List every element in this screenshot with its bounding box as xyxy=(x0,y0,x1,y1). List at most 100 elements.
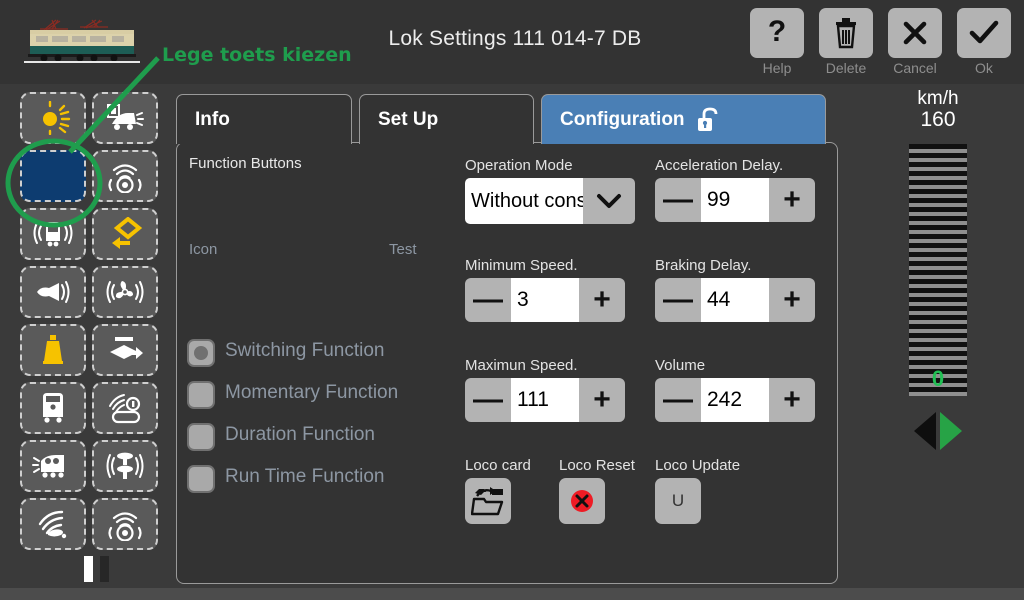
radio-run-time-function-label: Run Time Function xyxy=(225,466,385,487)
cancel-button-label: Cancel xyxy=(893,60,937,76)
loco-card-button[interactable] xyxy=(465,478,511,524)
radio-switching-function[interactable]: Switching Function xyxy=(187,339,398,367)
minimum-speed-stepper[interactable]: — 3 + xyxy=(465,278,625,322)
acceleration-delay-decrement[interactable]: — xyxy=(655,178,701,222)
tab-bar: Info Set Up Configuration xyxy=(176,94,826,144)
braking-delay-increment[interactable]: + xyxy=(769,278,815,322)
function-button-empty-selected[interactable] xyxy=(20,150,86,202)
ok-button-face[interactable] xyxy=(957,8,1011,58)
checkmark-icon xyxy=(968,19,1000,47)
maximum-speed-label: Maximun Speed. xyxy=(465,357,578,374)
minimum-speed-increment[interactable]: + xyxy=(579,278,625,322)
page-indicator[interactable] xyxy=(84,556,109,582)
radio-duration-function[interactable]: Duration Function xyxy=(187,423,398,451)
acceleration-delay-stepper[interactable]: — 99 + xyxy=(655,178,815,222)
tab-configuration-label: Configuration xyxy=(560,108,685,130)
volume-stepper[interactable]: — 242 + xyxy=(655,378,815,422)
function-button-steam-release[interactable] xyxy=(92,440,158,492)
maximum-speed-value[interactable]: 111 xyxy=(511,378,579,422)
acceleration-delay-value[interactable]: 99 xyxy=(701,178,769,222)
function-button-speaker-wave[interactable] xyxy=(92,498,158,550)
function-button-pantograph-arrow[interactable] xyxy=(92,324,158,376)
gauge-bar[interactable]: 0 xyxy=(909,144,967,396)
field-acceleration-delay: Acceleration Delay. — 99 + xyxy=(655,157,815,222)
loco-reset-label: Loco Reset xyxy=(559,457,635,474)
question-mark-icon: ? xyxy=(764,16,790,50)
function-button-train-sound[interactable] xyxy=(20,208,86,260)
operation-mode-label: Operation Mode xyxy=(465,157,573,174)
field-loco-update: Loco Update U xyxy=(655,457,740,524)
radio-run-time-function-box[interactable] xyxy=(187,465,215,493)
help-button[interactable]: ? Help xyxy=(749,8,805,76)
function-button-signal-hand[interactable] xyxy=(20,498,86,550)
function-button-bell[interactable] xyxy=(20,324,86,376)
page-dot-1[interactable] xyxy=(84,556,93,582)
loco-update-button[interactable]: U xyxy=(655,478,701,524)
help-button-face[interactable]: ? xyxy=(750,8,804,58)
trash-icon xyxy=(832,17,860,49)
configuration-panel: Function Buttons Icon Test Switching Fun… xyxy=(176,142,838,584)
tab-configuration[interactable]: Configuration xyxy=(541,94,826,144)
acceleration-delay-increment[interactable]: + xyxy=(769,178,815,222)
pantograph-arrow-icon xyxy=(105,334,145,366)
lok-settings-window: Lok Settings 111 014-7 DB ? Help Delete … xyxy=(0,0,1024,600)
tab-info-label: Info xyxy=(195,108,230,130)
cancel-button[interactable]: Cancel xyxy=(887,8,943,76)
speaker-wave-icon xyxy=(106,507,144,541)
function-button-rail-grinder[interactable] xyxy=(20,440,86,492)
delete-button[interactable]: Delete xyxy=(818,8,874,76)
maximum-speed-stepper[interactable]: — 111 + xyxy=(465,378,625,422)
signal-hand-icon xyxy=(34,508,72,540)
column-header-icon: Icon xyxy=(189,241,218,258)
arrow-right-icon[interactable] xyxy=(940,412,962,450)
function-button-wifi-speaker[interactable] xyxy=(92,150,158,202)
tab-set-up[interactable]: Set Up xyxy=(359,94,534,144)
minimum-speed-value[interactable]: 3 xyxy=(511,278,579,322)
maximum-speed-decrement[interactable]: — xyxy=(465,378,511,422)
function-button-coupler[interactable] xyxy=(92,208,158,260)
tab-info[interactable]: Info xyxy=(176,94,352,144)
braking-delay-decrement[interactable]: — xyxy=(655,278,701,322)
function-button-train-headlight[interactable] xyxy=(92,92,158,144)
train-sound-waves-icon xyxy=(33,219,73,249)
minimum-speed-decrement[interactable]: — xyxy=(465,278,511,322)
operation-mode-value: Without cons xyxy=(465,178,583,224)
operation-mode-select[interactable]: Without cons xyxy=(465,178,635,224)
page-title: Lok Settings 111 014-7 DB xyxy=(388,27,642,50)
arrow-left-icon[interactable] xyxy=(914,412,936,450)
function-button-sun-light[interactable] xyxy=(20,92,86,144)
acceleration-delay-label: Acceleration Delay. xyxy=(655,157,784,174)
volume-value[interactable]: 242 xyxy=(701,378,769,422)
gauge-unit-label: km/h xyxy=(917,88,959,109)
loco-reset-button[interactable] xyxy=(559,478,605,524)
radio-switching-function-label: Switching Function xyxy=(225,340,385,361)
function-button-train-front[interactable] xyxy=(20,382,86,434)
volume-decrement[interactable]: — xyxy=(655,378,701,422)
braking-delay-value[interactable]: 44 xyxy=(701,278,769,322)
radio-switching-function-box[interactable] xyxy=(187,339,215,367)
radio-momentary-function[interactable]: Momentary Function xyxy=(187,381,398,409)
ok-button[interactable]: Ok xyxy=(956,8,1012,76)
function-button-fan-sound[interactable] xyxy=(92,266,158,318)
field-operation-mode: Operation Mode Without cons xyxy=(465,157,635,224)
radio-run-time-function[interactable]: Run Time Function xyxy=(187,465,398,493)
yellow-bell-icon xyxy=(38,333,68,367)
field-loco-reset: Loco Reset xyxy=(559,457,635,524)
function-button-cab-radio[interactable] xyxy=(92,382,158,434)
function-buttons-section-title: Function Buttons xyxy=(189,155,302,172)
sun-light-icon xyxy=(35,101,71,135)
chevron-down-icon[interactable] xyxy=(583,178,635,224)
maximum-speed-increment[interactable]: + xyxy=(579,378,625,422)
radio-duration-function-box[interactable] xyxy=(187,423,215,451)
delete-button-face[interactable] xyxy=(819,8,873,58)
cancel-button-face[interactable] xyxy=(888,8,942,58)
field-minimum-speed: Minimum Speed. — 3 + xyxy=(465,257,625,322)
function-button-horn[interactable] xyxy=(20,266,86,318)
minimum-speed-label: Minimum Speed. xyxy=(465,257,578,274)
braking-delay-stepper[interactable]: — 44 + xyxy=(655,278,815,322)
wifi-speaker-icon xyxy=(106,159,144,193)
loco-card-label: Loco card xyxy=(465,457,531,474)
volume-increment[interactable]: + xyxy=(769,378,815,422)
page-dot-2[interactable] xyxy=(100,556,109,582)
radio-momentary-function-box[interactable] xyxy=(187,381,215,409)
